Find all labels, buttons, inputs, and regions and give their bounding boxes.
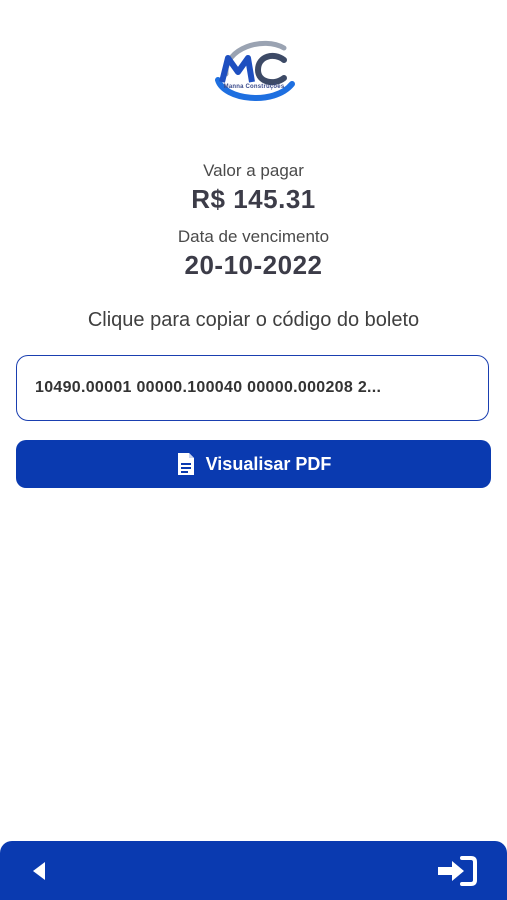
due-date-value: 20-10-2022 xyxy=(184,250,323,280)
logo-mark xyxy=(215,40,295,101)
view-pdf-button[interactable]: Visualisar PDF xyxy=(16,440,491,488)
view-pdf-label: Visualisar PDF xyxy=(205,453,332,474)
amount-label: Valor a pagar xyxy=(203,161,304,180)
copy-instruction: Clique para copiar o código do boleto xyxy=(87,309,420,331)
sign-in-icon[interactable] xyxy=(436,855,478,887)
back-triangle-icon[interactable] xyxy=(28,859,50,883)
boleto-screen: Manna Construções Valor a pagar R$ 145.3… xyxy=(0,0,507,900)
boleto-code-text: 10490.00001 00000.100040 00000.000208 2.… xyxy=(35,379,382,396)
bottom-navigation-bar xyxy=(0,841,507,900)
logo-caption: Manna Construções xyxy=(223,84,285,90)
amount-value: R$ 145.31 xyxy=(191,184,316,214)
boleto-code-field[interactable]: 10490.00001 00000.100040 00000.000208 2.… xyxy=(16,355,489,421)
document-icon xyxy=(176,452,196,476)
due-date-label: Data de vencimento xyxy=(177,227,330,246)
company-logo: Manna Construções xyxy=(204,34,304,110)
